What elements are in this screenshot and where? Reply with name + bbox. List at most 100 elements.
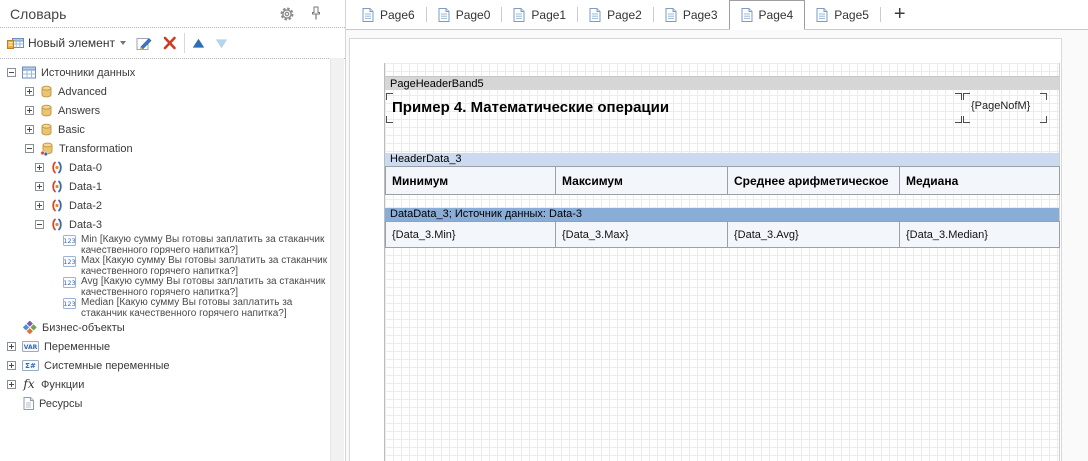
collapse-expander[interactable] [35, 220, 44, 229]
collapse-expander[interactable] [25, 144, 34, 153]
tree-item-field-min[interactable]: 123 Min [Какую сумму Вы готовы заплатить… [0, 234, 331, 255]
data-source-icon [50, 180, 64, 193]
expand-expander[interactable] [25, 87, 34, 96]
expand-expander[interactable] [35, 182, 44, 191]
tree-item-business-objects[interactable]: Бизнес-объекты [0, 318, 331, 337]
tree-item-data-sources[interactable]: Источники данных [0, 63, 331, 82]
tree-item-answers[interactable]: Answers [0, 101, 331, 120]
header-cell-median[interactable]: Медиана [900, 166, 1060, 195]
expand-expander[interactable] [7, 361, 16, 370]
tab-page6[interactable]: Page6 [351, 0, 426, 29]
move-up-button[interactable] [192, 31, 205, 55]
design-surface[interactable]: PageHeaderBand5 Пример 4. Математические… [384, 63, 1060, 461]
panel-title: Словарь [10, 6, 279, 22]
header-cell-max[interactable]: Максимум [556, 166, 728, 195]
dictionary-toolbar: Новый элемент [0, 28, 345, 59]
selection-corner [955, 116, 962, 123]
page-icon [589, 8, 601, 22]
tree-item-functions[interactable]: fx Функции [0, 375, 331, 394]
tab-page3[interactable]: Page3 [654, 0, 729, 29]
tree-item-resources[interactable]: Ресурсы [0, 394, 331, 413]
variables-icon: VAR [22, 341, 39, 352]
selection-corner [386, 93, 393, 100]
report-designer-screen: Словарь [0, 0, 1088, 461]
numeric-field-icon: 123 [63, 235, 76, 246]
pin-panel-button[interactable] [311, 2, 321, 26]
expand-expander[interactable] [25, 125, 34, 134]
page-header-band-content: Пример 4. Математические операции {PageN… [385, 90, 1059, 125]
tree-item-data-0[interactable]: Data-0 [0, 158, 331, 177]
svg-text:123: 123 [63, 300, 75, 308]
numeric-field-icon: 123 [63, 277, 76, 288]
data-cell-min[interactable]: {Data_3.Min} [385, 221, 556, 248]
settings-button[interactable] [279, 2, 295, 26]
toolbar-separator [184, 33, 185, 53]
page-icon [741, 8, 753, 22]
tree-item-data-2[interactable]: Data-2 [0, 196, 331, 215]
page-icon [665, 8, 677, 22]
new-item-dropdown-caret[interactable] [120, 41, 126, 45]
tab-page2[interactable]: Page2 [578, 0, 653, 29]
data-band-label[interactable]: DataData_3; Источник данных: Data-3 [385, 208, 1059, 221]
tab-page1[interactable]: Page1 [502, 0, 577, 29]
tab-label: Page6 [380, 8, 415, 22]
header-data-band-label[interactable]: HeaderData_3 [385, 153, 1059, 166]
page-icon [438, 8, 450, 22]
data-source-icon [50, 161, 64, 174]
tab-label: Page5 [834, 8, 869, 22]
tree-item-data-3[interactable]: Data-3 [0, 215, 331, 234]
panel-scrollbar[interactable] [330, 58, 344, 461]
tree-item-data-1[interactable]: Data-1 [0, 177, 331, 196]
data-cell-median[interactable]: {Data_3.Median} [900, 221, 1060, 248]
collapse-expander[interactable] [7, 68, 16, 77]
database-icon [40, 123, 53, 136]
expand-expander[interactable] [35, 163, 44, 172]
svg-text:123: 123 [63, 258, 75, 266]
page-icon [362, 8, 374, 22]
header-cell-min[interactable]: Минимум [385, 166, 556, 195]
svg-text:VAR: VAR [24, 344, 38, 351]
report-title-textbox[interactable]: Пример 4. Математические операции [386, 93, 962, 123]
page-counter-textbox[interactable]: {PageNofM} [963, 93, 1047, 123]
expand-expander[interactable] [7, 380, 16, 389]
tab-page0[interactable]: Page0 [427, 0, 502, 29]
pin-icon [311, 6, 321, 21]
tree-item-variables[interactable]: VAR Переменные [0, 337, 331, 356]
tree-item-field-avg[interactable]: 123 Avg [Какую сумму Вы готовы заплатить… [0, 276, 331, 297]
selection-corner [963, 93, 970, 100]
page-tab-bar: Page6 Page0 Page1 [346, 0, 1088, 30]
business-objects-icon [23, 321, 37, 334]
header-cell-avg[interactable]: Среднее арифметическое [728, 166, 900, 195]
edit-item-button[interactable] [136, 31, 152, 55]
tree-item-transformation[interactable]: Transformation [0, 139, 331, 158]
page-header-band-label[interactable]: PageHeaderBand5 [385, 76, 1059, 90]
tree-item-field-max[interactable]: 123 Max [Какую сумму Вы готовы заплатить… [0, 255, 331, 276]
new-item-button[interactable] [7, 31, 24, 55]
data-source-icon [50, 218, 64, 231]
tree-item-basic[interactable]: Basic [0, 120, 331, 139]
report-canvas: PageHeaderBand5 Пример 4. Математические… [346, 30, 1088, 461]
new-item-label[interactable]: Новый элемент [28, 36, 115, 50]
tab-page4-active[interactable]: Page4 [729, 0, 806, 30]
dictionary-tree: Источники данных Advanced [0, 58, 331, 461]
data-cell-max[interactable]: {Data_3.Max} [556, 221, 728, 248]
tree-item-field-median[interactable]: 123 Median [Какую сумму Вы готовы заплат… [0, 297, 331, 318]
data-cell-avg[interactable]: {Data_3.Avg} [728, 221, 900, 248]
tab-label: Page4 [759, 8, 794, 22]
database-icon [40, 85, 53, 98]
page-icon [816, 8, 828, 22]
tab-page5[interactable]: Page5 [805, 0, 880, 29]
expand-expander[interactable] [7, 342, 16, 351]
move-down-button[interactable] [215, 31, 228, 55]
selection-corner [955, 93, 962, 100]
delete-item-button[interactable] [162, 31, 177, 55]
report-page[interactable]: PageHeaderBand5 Пример 4. Математические… [349, 38, 1062, 461]
arrow-up-icon [192, 38, 205, 49]
tree-item-system-variables[interactable]: Σ# Системные переменные [0, 356, 331, 375]
expand-expander[interactable] [25, 106, 34, 115]
data-table-icon [22, 66, 36, 79]
add-page-button[interactable]: + [881, 0, 919, 29]
expand-expander[interactable] [35, 201, 44, 210]
selection-corner [963, 116, 970, 123]
tree-item-advanced[interactable]: Advanced [0, 82, 331, 101]
